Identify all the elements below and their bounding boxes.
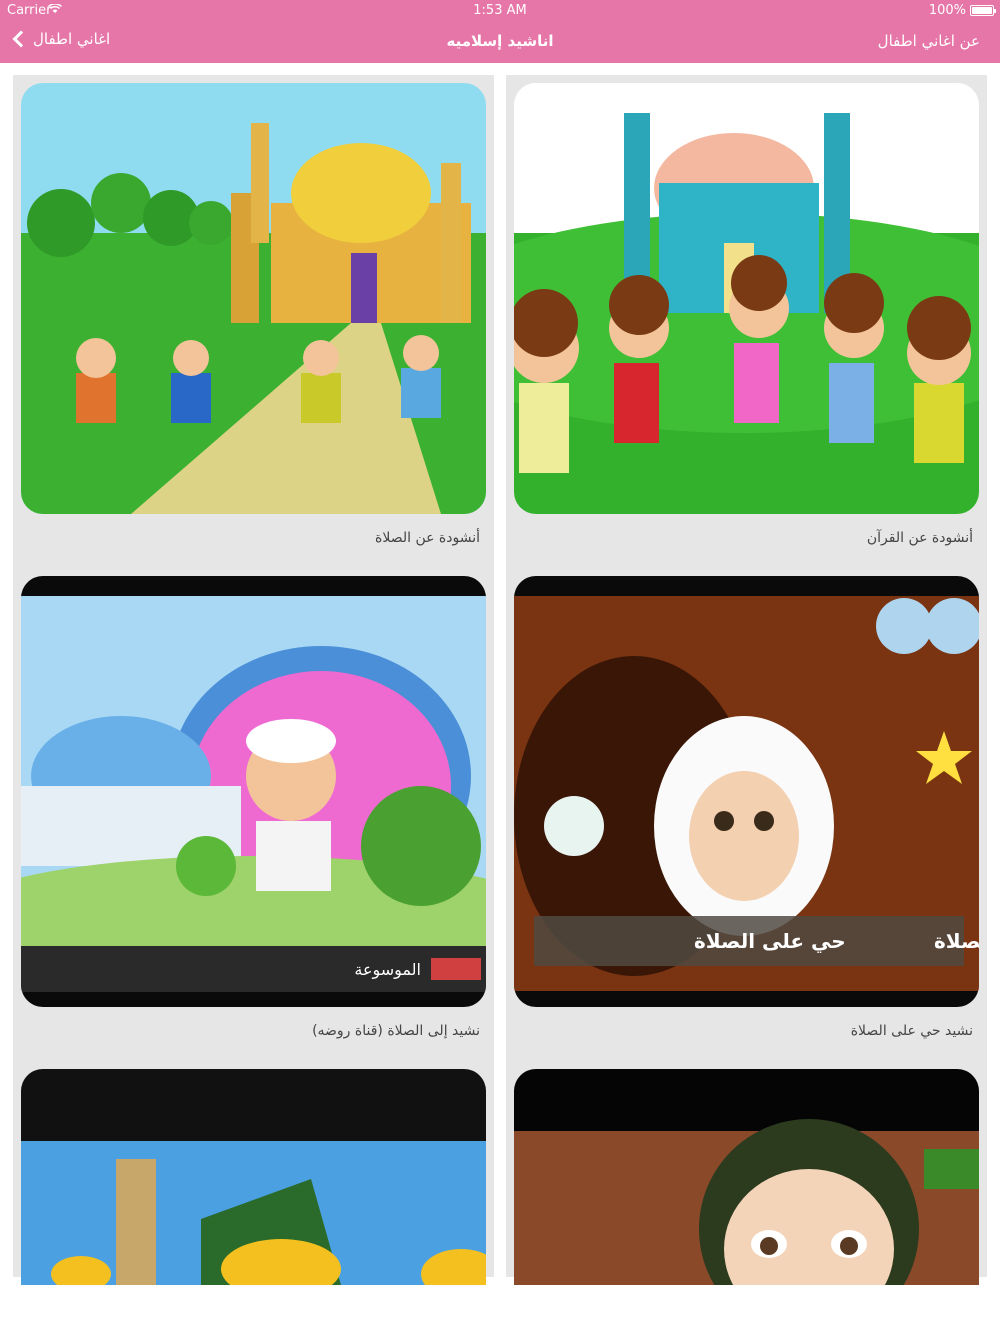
- video-title: أنشودة عن القرآن: [866, 530, 973, 546]
- video-thumbnail[interactable]: حي على الصلاة حي على الصلاة: [514, 576, 979, 1007]
- video-card[interactable]: أنشودة عن القرآن: [506, 75, 987, 568]
- video-thumbnail[interactable]: [21, 1069, 486, 1285]
- video-thumbnail[interactable]: الموسوعة: [21, 576, 486, 1007]
- video-card[interactable]: [13, 1061, 494, 1285]
- navigation-bar: اغاني اطفال اناشيد إسلاميه عن اغاني اطفا…: [0, 22, 1000, 63]
- banner-text-left: حي على الصلاة: [694, 929, 846, 954]
- video-card[interactable]: [506, 1061, 987, 1285]
- about-button[interactable]: عن اغاني اطفال: [878, 32, 980, 50]
- channel-logo-text: الموسوعة: [354, 960, 421, 980]
- banner-text-right: حي على الصلاة: [934, 929, 979, 954]
- back-button[interactable]: اغاني اطفال: [10, 30, 110, 48]
- video-card[interactable]: أنشودة عن الصلاة: [13, 75, 494, 568]
- video-title: أنشودة عن الصلاة: [375, 530, 480, 546]
- page-title: اناشيد إسلاميه: [446, 32, 554, 50]
- video-title: نشيد إلى الصلاة (قناة روضه): [312, 1023, 480, 1039]
- video-thumbnail[interactable]: [21, 83, 486, 514]
- video-thumbnail[interactable]: [514, 1069, 979, 1285]
- video-title: نشيد حي على الصلاة: [850, 1023, 973, 1039]
- back-button-label: اغاني اطفال: [33, 30, 111, 48]
- status-bar: Carrier 1:53 AM 100%: [0, 0, 1000, 22]
- video-thumbnail[interactable]: [514, 83, 979, 514]
- battery-percent: 100%: [928, 3, 966, 18]
- header: Carrier 1:53 AM 100% اغاني اطفال اناشيد …: [0, 0, 1000, 63]
- status-time: 1:53 AM: [473, 3, 527, 18]
- battery-icon: [970, 5, 996, 16]
- video-card[interactable]: حي على الصلاة حي على الصلاة نشيد حي على …: [506, 568, 987, 1061]
- video-card[interactable]: الموسوعة نشيد إلى الصلاة (قناة روضه): [13, 568, 494, 1061]
- chevron-left-icon: [12, 30, 30, 48]
